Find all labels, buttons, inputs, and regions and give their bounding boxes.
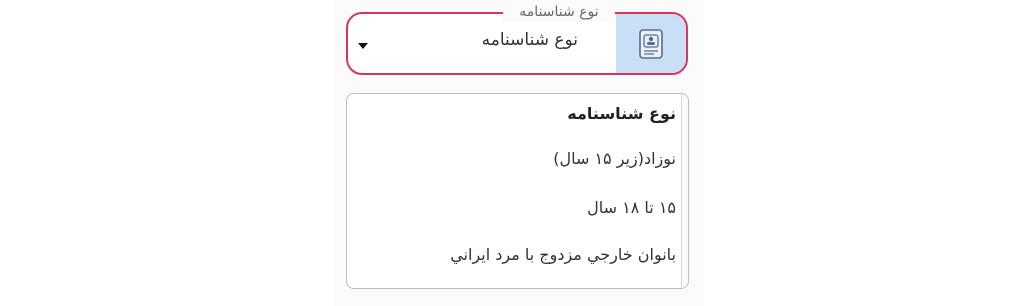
field-label: نوع شناسنامه <box>503 2 615 22</box>
option-item[interactable]: بانوان خارجي مزدوج با مرد ايراني <box>450 245 676 264</box>
option-item[interactable]: نوع شناسنامه <box>567 104 676 123</box>
selected-value: نوع شناسنامه <box>481 30 578 50</box>
option-item[interactable]: ۱۵ تا ۱۸ سال <box>587 198 676 217</box>
option-item[interactable]: نوزاد(زیر ۱۵ سال) <box>553 149 676 168</box>
stage: نوع شناسنامه نوع شناسنامه نوع شناسنامه ن… <box>0 0 1024 306</box>
dropdown-list[interactable]: نوع شناسنامه نوزاد(زیر ۱۵ سال) ۱۵ تا ۱۸ … <box>346 93 689 289</box>
caret-down-icon[interactable] <box>358 43 368 49</box>
id-card-icon <box>639 28 663 59</box>
scrollbar[interactable] <box>681 94 688 288</box>
icon-box <box>616 14 686 73</box>
